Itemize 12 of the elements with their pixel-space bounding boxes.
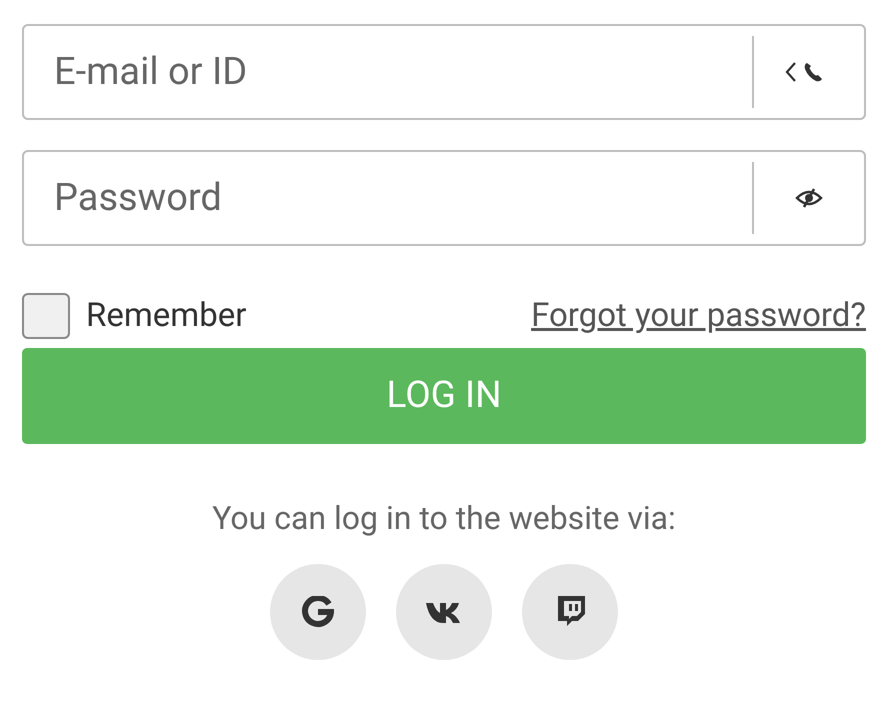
vk-logo-icon	[426, 601, 462, 623]
social-login-prompt: You can log in to the website via:	[211, 498, 677, 539]
g-logo-icon	[302, 596, 334, 628]
password-field[interactable]: Password	[24, 152, 752, 244]
password-input-group[interactable]: Password	[22, 150, 866, 246]
speech-bubble-icon	[555, 596, 585, 628]
eye-slash-icon[interactable]	[795, 188, 823, 208]
remember-label: Remember	[86, 295, 246, 338]
remember-checkbox[interactable]	[22, 293, 70, 339]
email-input-group[interactable]: E-mail or ID	[22, 24, 866, 120]
forgot-password-link[interactable]: Forgot your password?	[531, 291, 866, 341]
email-field[interactable]: E-mail or ID	[24, 26, 752, 118]
